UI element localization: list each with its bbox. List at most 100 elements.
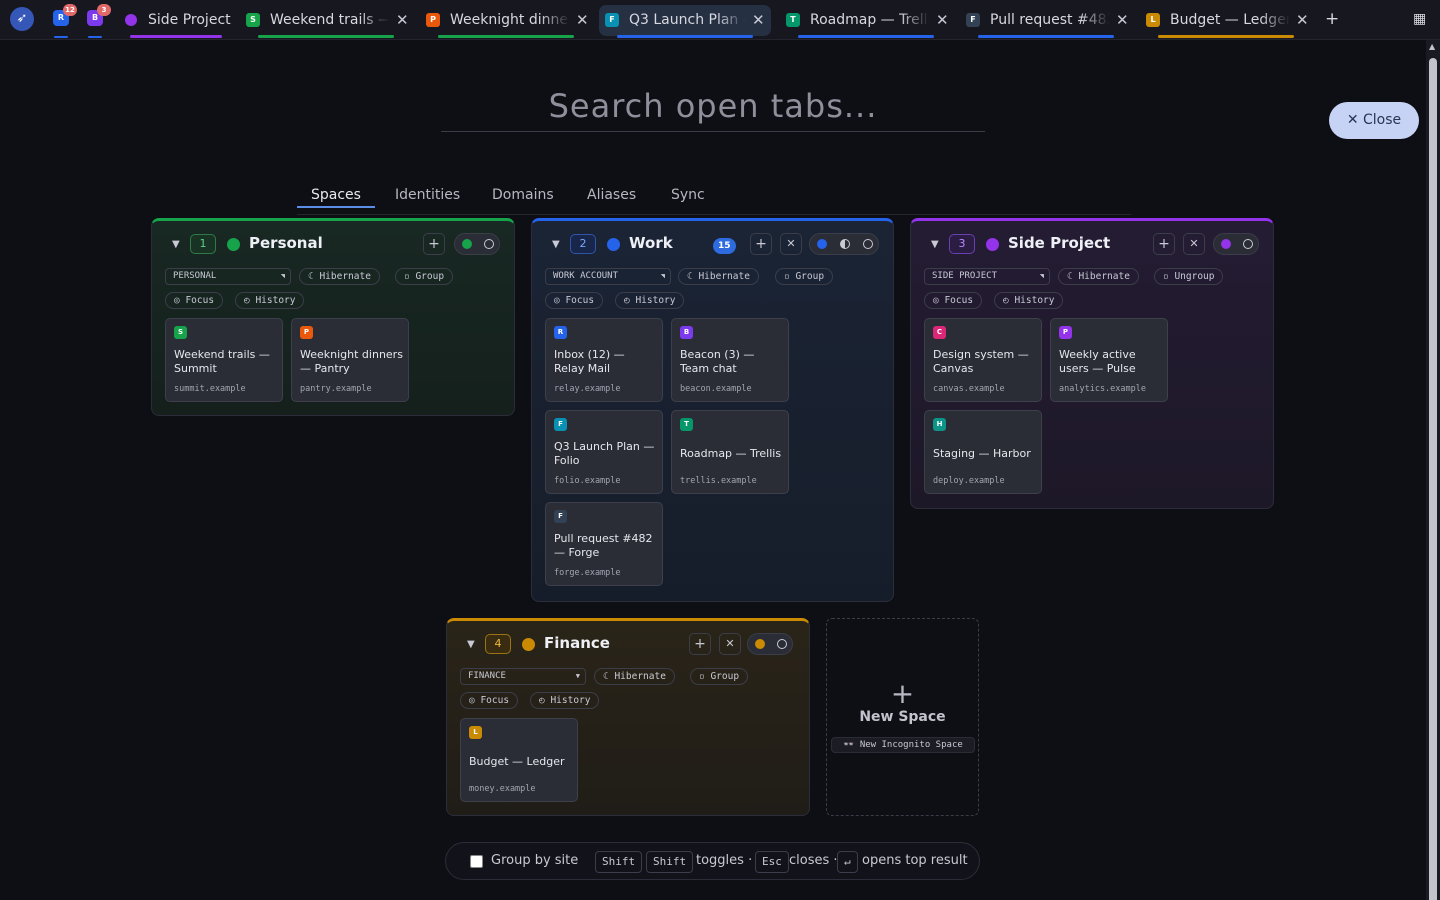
- tab-close-icon[interactable]: ✕: [1296, 11, 1309, 29]
- mode-off-circle-icon[interactable]: [484, 239, 494, 249]
- browser-tab[interactable]: Side Project: [118, 5, 236, 38]
- focus-button[interactable]: ◎ Focus: [165, 292, 224, 309]
- hibernate-button[interactable]: ☾ Hibernate: [678, 268, 759, 285]
- tab-card-favicon: R: [554, 326, 567, 339]
- tab-card[interactable]: R Inbox (12) — Relay Mail relay.example: [545, 318, 663, 402]
- collapse-caret-icon[interactable]: ▼: [467, 639, 475, 650]
- add-tab-button[interactable]: +: [1153, 233, 1175, 255]
- tab-card[interactable]: L Budget — Ledger money.example: [460, 718, 578, 802]
- tab-card[interactable]: H Staging — Harbor deploy.example: [924, 410, 1042, 494]
- tab-close-icon[interactable]: ✕: [936, 11, 949, 29]
- close-button[interactable]: ✕ Close: [1329, 102, 1419, 139]
- add-tab-button[interactable]: +: [423, 233, 445, 255]
- focus-button[interactable]: ◎ Focus: [545, 292, 604, 309]
- delete-space-button[interactable]: ✕: [780, 233, 802, 255]
- tab-card[interactable]: F Q3 Launch Plan — Folio folio.example: [545, 410, 663, 494]
- mode-on-dot-icon[interactable]: [817, 239, 827, 249]
- mode-off-circle-icon[interactable]: [1243, 239, 1253, 249]
- mode-half-icon[interactable]: [840, 239, 850, 249]
- space-mode-toggle[interactable]: [454, 233, 500, 255]
- tab-domains[interactable]: Domains: [492, 187, 554, 203]
- space-mode-toggle[interactable]: [809, 233, 879, 255]
- hibernate-button[interactable]: ☾ Hibernate: [1058, 268, 1139, 285]
- tab-card[interactable]: C Design system — Canvas canvas.example: [924, 318, 1042, 402]
- focus-button[interactable]: ◎ Focus: [924, 292, 983, 309]
- tab-close-icon[interactable]: ✕: [396, 11, 409, 29]
- space-color-dot[interactable]: [607, 238, 620, 251]
- add-tab-button[interactable]: +: [689, 633, 711, 655]
- scroll-up-arrow-icon[interactable]: ▲: [1429, 42, 1435, 51]
- scrollbar-thumb[interactable]: [1429, 58, 1437, 900]
- history-button[interactable]: ◴ History: [235, 292, 305, 309]
- tab-close-icon[interactable]: ✕: [576, 11, 589, 29]
- space-name[interactable]: Personal: [249, 234, 323, 252]
- new-space-tile[interactable]: + New Space 👓 New Incognito Space: [826, 618, 979, 816]
- browser-tab[interactable]: T Roadmap — Trellis ✕: [780, 5, 952, 38]
- focus-button[interactable]: ◎ Focus: [460, 692, 519, 709]
- delete-space-button[interactable]: ✕: [719, 633, 741, 655]
- tab-card[interactable]: S Weekend trails — Summit summit.example: [165, 318, 283, 402]
- history-button[interactable]: ◴ History: [615, 292, 685, 309]
- tab-card[interactable]: P Weekly active users — Pulse analytics.ex…: [1050, 318, 1168, 402]
- space-color-dot[interactable]: [227, 238, 240, 251]
- new-tab-button[interactable]: +: [1325, 9, 1339, 29]
- identity-select[interactable]: WORK ACCOUNT ◥: [545, 268, 671, 285]
- tab-card[interactable]: F Pull request #482 — Forge forge.example: [545, 502, 663, 586]
- browser-tab-active[interactable]: F Q3 Launch Plan — Folio ✕: [599, 5, 771, 38]
- tab-aliases[interactable]: Aliases: [587, 187, 636, 203]
- history-button[interactable]: ◴ History: [994, 292, 1064, 309]
- delete-space-button[interactable]: ✕: [1183, 233, 1205, 255]
- scroll-down-arrow-icon[interactable]: ▼: [1429, 886, 1435, 895]
- tab-card-title: Design system — Canvas: [933, 348, 1029, 375]
- add-tab-button[interactable]: +: [750, 233, 772, 255]
- tab-sync[interactable]: Sync: [671, 187, 705, 203]
- group-by-site-label[interactable]: Group by site: [491, 853, 578, 868]
- pinned-tab-beacon[interactable]: B 3: [87, 4, 111, 26]
- group-button[interactable]: ▫ Group: [775, 268, 834, 285]
- space-mode-toggle[interactable]: [747, 633, 793, 655]
- tab-spaces[interactable]: Spaces: [311, 187, 361, 203]
- mode-on-dot-icon[interactable]: [755, 639, 765, 649]
- tab-card-favicon: P: [1059, 326, 1072, 339]
- space-name[interactable]: Finance: [544, 634, 610, 652]
- tab-card[interactable]: B Beacon (3) — Team chat beacon.example: [671, 318, 789, 402]
- tab-overview-grid-icon[interactable]: ▦: [1413, 11, 1426, 27]
- identity-select[interactable]: FINANCE ▼: [460, 668, 586, 685]
- tab-card[interactable]: P Weeknight dinners — Pantry pantry.exampl…: [291, 318, 409, 402]
- hibernate-button[interactable]: ☾ Hibernate: [299, 268, 380, 285]
- new-incognito-space-button[interactable]: 👓 New Incognito Space: [831, 737, 975, 753]
- tab-card-domain: pantry.example: [300, 384, 372, 394]
- collapse-caret-icon[interactable]: ▼: [172, 239, 180, 250]
- space-name[interactable]: Work: [629, 234, 673, 252]
- browser-logo-icon[interactable]: ➶: [10, 7, 34, 31]
- pinned-tab-relay[interactable]: R 12: [53, 4, 77, 26]
- identity-select[interactable]: PERSONAL ◥: [165, 268, 291, 285]
- space-mode-toggle[interactable]: [1213, 233, 1259, 255]
- browser-tab[interactable]: F Pull request #482 — Forge ✕: [960, 5, 1132, 38]
- mode-on-dot-icon[interactable]: [1221, 239, 1231, 249]
- browser-tab[interactable]: P Weeknight dinners — Pantry ✕: [420, 5, 592, 38]
- collapse-caret-icon[interactable]: ▼: [552, 239, 560, 250]
- history-button[interactable]: ◴ History: [530, 692, 600, 709]
- mode-off-circle-icon[interactable]: [777, 639, 787, 649]
- page-scrollbar[interactable]: ▲ ▼: [1426, 40, 1440, 900]
- space-color-dot[interactable]: [986, 238, 999, 251]
- tab-close-icon[interactable]: ✕: [752, 11, 765, 29]
- group-by-site-checkbox[interactable]: [470, 855, 483, 868]
- browser-tab[interactable]: S Weekend trails — Summit ✕: [240, 5, 412, 38]
- tab-identities[interactable]: Identities: [395, 187, 460, 203]
- collapse-caret-icon[interactable]: ▼: [931, 239, 939, 250]
- group-button[interactable]: ▫ Group: [395, 268, 454, 285]
- hibernate-button[interactable]: ☾ Hibernate: [594, 668, 675, 685]
- browser-tab[interactable]: L Budget — Ledger ✕: [1140, 5, 1312, 38]
- tab-close-icon[interactable]: ✕: [1116, 11, 1129, 29]
- tab-card[interactable]: T Roadmap — Trellis trellis.example: [671, 410, 789, 494]
- mode-on-dot-icon[interactable]: [462, 239, 472, 249]
- mode-off-circle-icon[interactable]: [863, 239, 873, 249]
- space-color-dot[interactable]: [522, 638, 535, 651]
- identity-select[interactable]: SIDE PROJECT ◥: [924, 268, 1050, 285]
- search-open-tabs-input[interactable]: [441, 80, 985, 132]
- group-button[interactable]: ▫ Ungroup: [1154, 268, 1224, 285]
- group-button[interactable]: ▫ Group: [690, 668, 749, 685]
- space-name[interactable]: Side Project: [1008, 234, 1110, 252]
